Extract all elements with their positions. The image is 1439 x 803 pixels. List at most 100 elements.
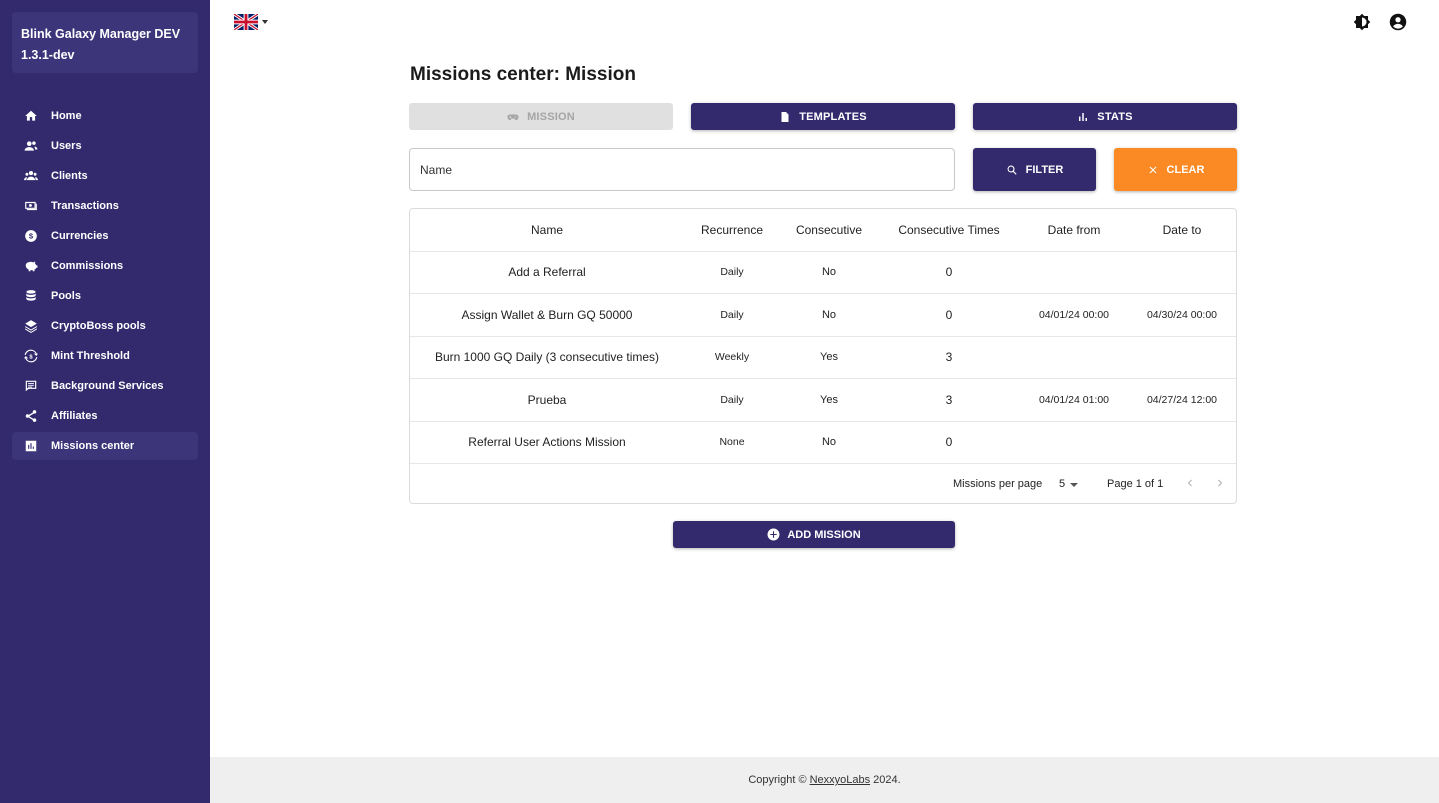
table-row[interactable]: Burn 1000 GQ Daily (3 consecutive times)… [410, 336, 1236, 379]
currency-icon: $ [24, 229, 38, 243]
app-version: 1.3.1-dev [21, 48, 75, 62]
name-filter-input[interactable] [409, 148, 955, 191]
bar-chart-icon [24, 439, 38, 453]
sidebar-item-affiliates[interactable]: Affiliates [12, 402, 198, 430]
sidebar-item-clients[interactable]: Clients [12, 162, 198, 190]
gamepad-icon [507, 114, 519, 120]
table-row[interactable]: Add a Referral Daily No 0 [410, 251, 1236, 294]
share-icon [24, 409, 38, 423]
sidebar-item-label: Missions center [51, 440, 135, 452]
page-title: Missions center: Mission [410, 64, 636, 85]
previous-page-icon[interactable] [1183, 476, 1197, 490]
page-footer: Copyright © NexxyoLabs 2024. [210, 757, 1439, 803]
tab-templates-label: TEMPLATES [799, 110, 867, 123]
header-consecutive-times[interactable]: Consecutive Times [883, 209, 1015, 251]
company-link[interactable]: NexxyoLabs [810, 774, 871, 786]
sidebar-item-background-services[interactable]: Background Services [12, 372, 198, 400]
next-page-icon[interactable] [1213, 476, 1227, 490]
sidebar-item-pools[interactable]: Pools [12, 282, 198, 310]
cell-date-to [1132, 251, 1232, 293]
cell-recurrence: Weekly [714, 351, 750, 363]
sidebar-item-label: Currencies [51, 230, 109, 242]
rows-per-page-select[interactable]: 5 [1059, 478, 1065, 490]
table-row[interactable]: Prueba Daily Yes 3 04/01/24 01:00 04/27/… [410, 379, 1236, 422]
cell-consecutive-times: 0 [945, 308, 953, 322]
header-name[interactable]: Name [422, 209, 672, 251]
cell-consecutive: No [821, 436, 837, 448]
database-icon [24, 289, 38, 303]
clear-button-label: CLEAR [1166, 163, 1205, 176]
sidebar-item-transactions[interactable]: Transactions [12, 192, 198, 220]
cell-recurrence: Daily [720, 309, 744, 321]
header-date-to[interactable]: Date to [1132, 209, 1232, 251]
cell-date-from: 04/01/24 00:00 [1038, 309, 1110, 321]
filter-button[interactable]: FILTER [973, 148, 1096, 191]
sidebar-item-label: Transactions [51, 200, 119, 212]
document-icon [781, 111, 789, 122]
header-consecutive[interactable]: Consecutive [782, 209, 876, 251]
sidebar-item-label: Affiliates [51, 410, 98, 422]
cell-consecutive-times: 3 [945, 393, 953, 407]
account-circle-icon[interactable] [1389, 13, 1407, 31]
add-mission-label: ADD MISSION [787, 528, 861, 541]
cell-date-to [1132, 421, 1232, 463]
close-icon [1149, 166, 1157, 173]
sidebar-item-commissions[interactable]: Commissions [12, 252, 198, 280]
cell-date-from [1024, 336, 1124, 378]
sidebar-item-currencies[interactable]: $ Currencies [12, 222, 198, 250]
add-mission-button[interactable]: ADD MISSION [673, 521, 955, 548]
table-row[interactable]: Assign Wallet & Burn GQ 50000 Daily No 0… [410, 294, 1236, 337]
stats-icon [1079, 112, 1088, 121]
table-row[interactable]: Referral User Actions Mission None No 0 [410, 421, 1236, 464]
uk-flag-icon[interactable] [233, 12, 259, 32]
chevron-down-icon[interactable] [262, 20, 268, 24]
sidebar-item-cryptoboss-pools[interactable]: CryptoBoss pools [12, 312, 198, 340]
clear-button[interactable]: CLEAR [1114, 148, 1237, 191]
sidebar-item-label: Clients [51, 170, 88, 182]
cell-consecutive: Yes [820, 394, 838, 406]
piggy-bank-icon [24, 259, 38, 273]
brightness-icon[interactable] [1353, 13, 1371, 31]
cell-name: Burn 1000 GQ Daily (3 consecutive times) [434, 350, 660, 364]
sidebar: Blink Galaxy Manager DEV 1.3.1-dev Home … [0, 0, 210, 803]
cell-name: Referral User Actions Mission [468, 435, 626, 449]
sidebar-item-label: Pools [51, 290, 81, 302]
search-icon [1007, 165, 1017, 175]
cell-date-from: 04/01/24 01:00 [1038, 394, 1110, 406]
sidebar-item-missions-center[interactable]: Missions center [12, 432, 198, 460]
add-circle-icon [767, 528, 780, 541]
sidebar-item-home[interactable]: Home [12, 102, 198, 130]
cell-name: Add a Referral [508, 265, 586, 279]
cell-date-from [1024, 421, 1124, 463]
cell-consecutive-times: 0 [945, 265, 953, 279]
filter-button-label: FILTER [1025, 163, 1064, 176]
layers-icon [24, 319, 38, 333]
users-icon [24, 139, 38, 153]
rows-per-page-label: Missions per page [953, 478, 1043, 490]
cell-date-to [1132, 336, 1232, 378]
sidebar-item-users[interactable]: Users [12, 132, 198, 160]
cell-consecutive: Yes [820, 351, 838, 363]
cell-consecutive-times: 3 [945, 350, 953, 364]
cell-name: Prueba [527, 393, 567, 407]
sidebar-nav: Home Users Clients Transactions $ Curren… [12, 102, 198, 462]
copyright-prefix: Copyright © [748, 774, 807, 786]
sidebar-item-label: Users [51, 140, 82, 152]
cell-date-from [1024, 251, 1124, 293]
home-icon [24, 109, 38, 123]
chevron-down-icon[interactable] [1070, 483, 1078, 487]
header-date-from[interactable]: Date from [1024, 209, 1124, 251]
tab-stats[interactable]: STATS [973, 103, 1237, 130]
sidebar-item-label: CryptoBoss pools [51, 320, 146, 332]
cell-consecutive: No [821, 266, 837, 278]
tab-mission: MISSION [409, 103, 673, 130]
sidebar-item-mint-threshold[interactable]: $ Mint Threshold [12, 342, 198, 370]
svg-text:$: $ [29, 354, 33, 360]
app-name: Blink Galaxy Manager DEV [21, 27, 181, 41]
tab-mission-label: MISSION [527, 110, 575, 123]
tab-templates[interactable]: TEMPLATES [691, 103, 955, 130]
header-recurrence[interactable]: Recurrence [682, 209, 782, 251]
cell-consecutive-times: 0 [945, 435, 953, 449]
list-box-icon [24, 379, 38, 393]
sidebar-item-label: Background Services [51, 380, 164, 392]
